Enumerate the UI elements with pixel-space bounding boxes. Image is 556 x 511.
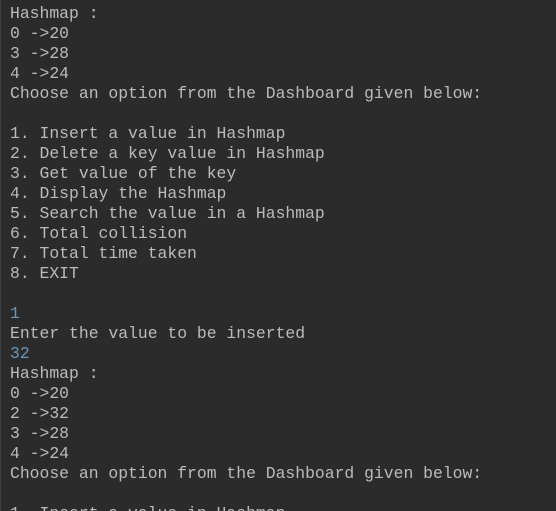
console-output-line: 2 ->32 xyxy=(10,404,70,423)
console-output-line: 5. Search the value in a Hashmap xyxy=(10,204,325,223)
console-output-line: 2. Delete a key value in Hashmap xyxy=(10,144,325,163)
console-output-line: 4 ->24 xyxy=(10,444,70,463)
console-output-line: 7. Total time taken xyxy=(10,244,197,263)
console-output-line: 1. Insert a value in Hashmap xyxy=(10,504,482,511)
console-output-line: 0 ->20 xyxy=(10,24,70,43)
console-output-line: 0 ->20 xyxy=(10,384,70,403)
console-output-line: 3 ->28 xyxy=(10,424,70,443)
console-output-line: Hashmap : xyxy=(10,364,99,383)
console-output-line: 1. Insert a value in Hashmap xyxy=(10,124,286,143)
console-output-line: 3. Get value of the key xyxy=(10,164,237,183)
console-user-input-line: 32 xyxy=(10,344,30,363)
console-user-input-line: 1 xyxy=(10,304,20,323)
console-output-line: Choose an option from the Dashboard give… xyxy=(10,464,483,483)
console-text-area[interactable]: Hashmap :0 ->20 3 ->28 4 ->24 Choose an opt… xyxy=(10,4,482,511)
console-output-line: 6. Total collision xyxy=(10,224,188,243)
console-output-line: Hashmap : xyxy=(10,4,99,23)
console-output-line: 8. EXIT xyxy=(10,264,79,283)
console-output-line: 4. Display the Hashmap xyxy=(10,184,227,203)
console-output-panel[interactable]: Hashmap :0 ->20 3 ->28 4 ->24 Choose an opt… xyxy=(0,0,556,511)
console-output-line: 4 ->24 xyxy=(10,64,70,83)
console-output-line: Choose an option from the Dashboard give… xyxy=(10,84,483,103)
console-output-line: Enter the value to be inserted xyxy=(10,324,306,343)
console-output-line: 3 ->28 xyxy=(10,44,70,63)
